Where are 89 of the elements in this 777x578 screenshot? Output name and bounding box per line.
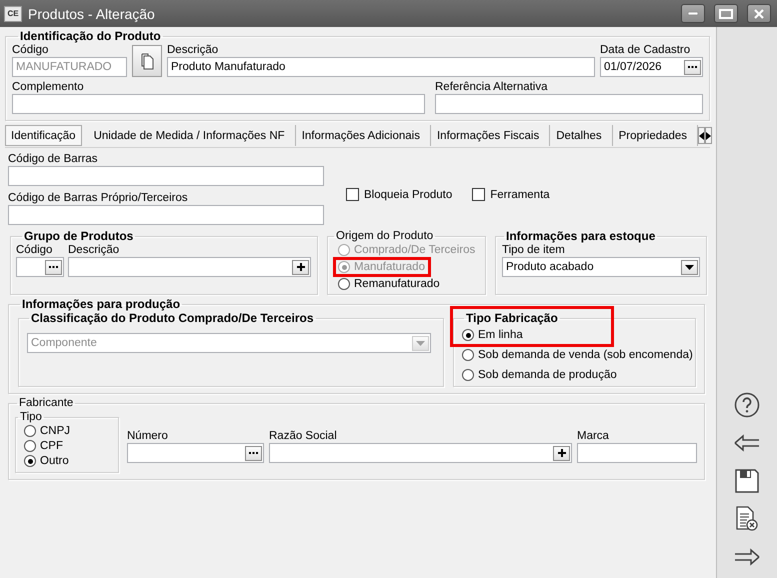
- group-title: Fabricante: [18, 396, 74, 410]
- checkbox[interactable]: [472, 188, 486, 201]
- group-title: Identificação do Produto: [19, 29, 162, 43]
- field-label: Complemento: [12, 80, 85, 94]
- maximize-icon: [719, 8, 733, 18]
- group-title: Informações para estoque: [505, 229, 656, 243]
- input-field[interactable]: [577, 443, 697, 463]
- right-triangle-icon: [706, 132, 712, 140]
- left-triangle-icon: [699, 132, 704, 140]
- field-label: Descrição: [167, 43, 220, 57]
- close-icon: [754, 8, 764, 18]
- ellipsis-icon: [688, 66, 697, 68]
- minimize-button[interactable]: [681, 4, 705, 23]
- input-field[interactable]: Produto Manufaturado: [167, 57, 595, 77]
- maximize-button[interactable]: [714, 4, 738, 23]
- field-label: Tipo de item: [502, 243, 566, 257]
- tab[interactable]: Detalhes: [550, 125, 613, 146]
- input-field[interactable]: [8, 205, 324, 225]
- group-title: Tipo: [19, 410, 43, 424]
- field-label: Marca: [577, 429, 610, 443]
- close-button[interactable]: [747, 4, 771, 23]
- scroll-left-button[interactable]: [698, 127, 706, 144]
- group-title: Classificação do Produto Comprado/De Terceiros: [30, 311, 315, 325]
- field-label: Código de Barras Próprio/Terceiros: [8, 191, 189, 205]
- radio-button[interactable]: [462, 369, 474, 381]
- radio-button[interactable]: [24, 440, 36, 452]
- add-button[interactable]: [292, 260, 309, 274]
- lookup-button[interactable]: [245, 446, 262, 460]
- tab[interactable]: Informações Fiscais: [430, 125, 550, 146]
- radio-option[interactable]: Remanufaturado: [338, 277, 440, 291]
- input-field[interactable]: 01/07/2026: [600, 57, 703, 77]
- radio-option[interactable]: CNPJ: [24, 424, 70, 438]
- checkbox-option[interactable]: Ferramenta: [472, 188, 550, 201]
- dropdown-button[interactable]: [681, 260, 698, 274]
- tab[interactable]: Informações Adicionais: [296, 125, 431, 146]
- group-title: Origem do Produto: [335, 229, 434, 243]
- tab[interactable]: Unidade de Medida / Informações NF: [88, 125, 296, 146]
- field-label: Referência Alternativa: [435, 80, 549, 94]
- ellipsis-icon: [249, 452, 258, 454]
- input-field[interactable]: [435, 94, 703, 114]
- group-title: Tipo Fabricação: [465, 311, 559, 325]
- radio-option[interactable]: Sob demanda de venda (sob encomenda): [462, 348, 693, 362]
- group-title: Grupo de Produtos: [23, 229, 134, 243]
- plus-icon: [558, 449, 566, 457]
- checkbox-option[interactable]: Bloqueia Produto: [346, 188, 452, 201]
- document-icon: [140, 52, 154, 70]
- checkbox[interactable]: [346, 188, 359, 201]
- radio-button[interactable]: [24, 455, 36, 467]
- input-field[interactable]: [8, 166, 324, 186]
- radio-option[interactable]: Em linha: [462, 328, 523, 342]
- copy-button[interactable]: [132, 45, 162, 77]
- group-title: Informações para produção: [21, 297, 182, 311]
- field-label: Razão Social: [269, 429, 338, 443]
- field-label: Número: [127, 429, 169, 443]
- help-button[interactable]: [732, 392, 762, 418]
- input-field[interactable]: [269, 443, 572, 463]
- right-arrow-icon: [734, 548, 760, 566]
- input-field[interactable]: [127, 443, 264, 463]
- radio-button[interactable]: [338, 278, 350, 290]
- scroll-right-button[interactable]: [705, 127, 712, 144]
- input-field[interactable]: [12, 94, 425, 114]
- field-label: Data de Cadastro: [600, 43, 692, 57]
- dropdown[interactable]: Produto acabado: [502, 257, 700, 277]
- app-icon: CE: [4, 6, 22, 22]
- window-title: Produtos - Alteração: [28, 6, 156, 22]
- tab[interactable]: Identificação: [5, 125, 82, 146]
- lookup-button[interactable]: [684, 60, 701, 74]
- input-field[interactable]: [16, 257, 64, 277]
- ellipsis-icon: [49, 266, 58, 268]
- radio-option[interactable]: Sob demanda de produção: [462, 368, 617, 382]
- field-label: Código de Barras: [8, 152, 98, 166]
- radio-option[interactable]: CPF: [24, 439, 63, 453]
- lookup-button[interactable]: [45, 260, 62, 274]
- caret-icon: [416, 340, 425, 346]
- radio-button[interactable]: [24, 425, 36, 437]
- radio-button[interactable]: [462, 329, 474, 341]
- help-icon: [734, 392, 760, 418]
- minimize-icon: [688, 12, 698, 15]
- plus-icon: [296, 263, 304, 271]
- radio-button[interactable]: [462, 349, 474, 361]
- input-field[interactable]: [68, 257, 311, 277]
- add-button[interactable]: [553, 446, 570, 460]
- field-label: Descrição: [68, 243, 120, 257]
- caret-icon: [685, 264, 694, 270]
- left-arrow-icon: [734, 434, 760, 452]
- field-label: Código: [12, 43, 50, 57]
- field-label: Código: [16, 243, 54, 257]
- radio-option[interactable]: Outro: [24, 454, 69, 468]
- document-cancel-icon: [735, 506, 759, 532]
